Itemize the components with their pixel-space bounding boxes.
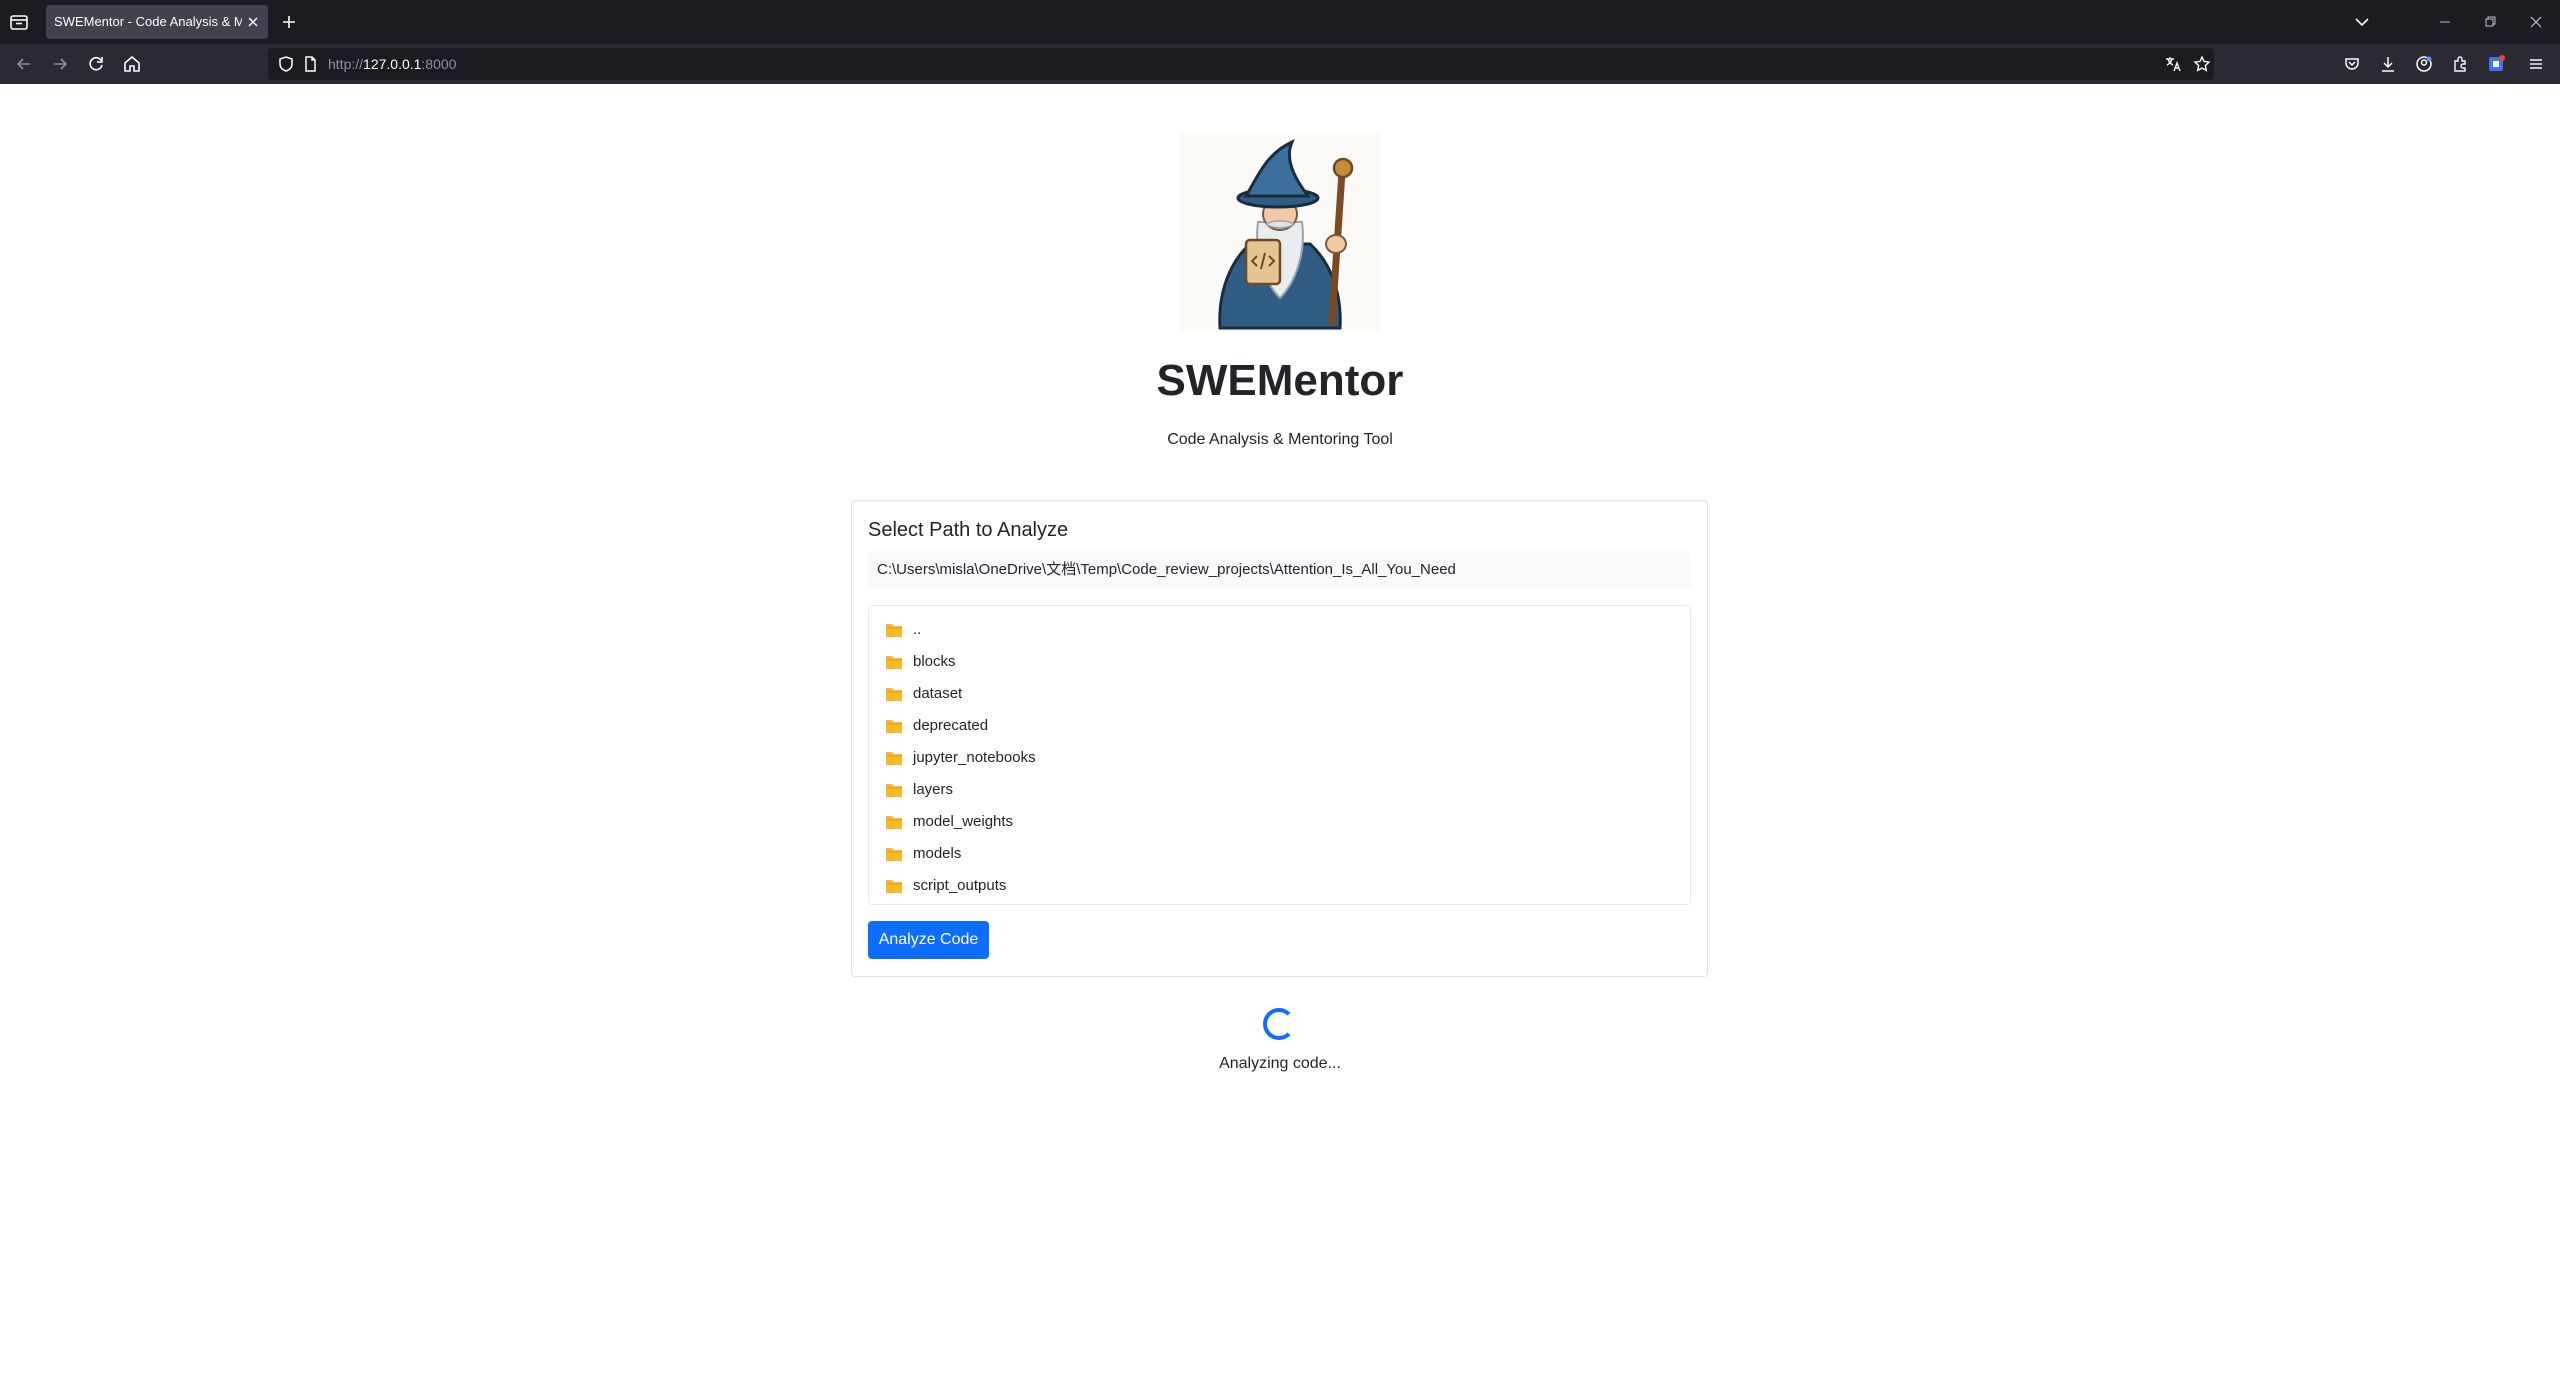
folder-icon: [885, 622, 903, 638]
folder-icon: [885, 846, 903, 862]
list-item[interactable]: dataset: [869, 678, 1690, 710]
list-item[interactable]: blocks: [869, 646, 1690, 678]
folder-icon: [885, 750, 903, 766]
folder-icon: [885, 686, 903, 702]
folder-name: ..: [913, 621, 922, 638]
url-host: 127.0.0.1: [363, 56, 422, 72]
reload-icon[interactable]: [84, 52, 108, 76]
close-window-icon[interactable]: [2524, 10, 2548, 34]
list-all-tabs-icon[interactable]: [2350, 10, 2374, 34]
browser-toolbar: http://127.0.0.1:8000: [0, 44, 2560, 84]
bookmark-star-icon[interactable]: [2190, 52, 2214, 76]
folder-name: script_outputs: [913, 877, 1007, 894]
forward-icon[interactable]: [48, 52, 72, 76]
folder-name: jupyter_notebooks: [913, 749, 1036, 766]
folder-icon: [885, 878, 903, 894]
folder-list: .. blocks dataset deprecated jupyter_not…: [868, 605, 1691, 905]
path-selector-card: Select Path to Analyze C:\Users\misla\On…: [851, 500, 1708, 977]
list-item[interactable]: layers: [869, 774, 1690, 806]
url-port: :8000: [421, 56, 457, 72]
downloads-icon[interactable]: [2376, 52, 2400, 76]
back-icon[interactable]: [12, 52, 36, 76]
list-item[interactable]: model_weights: [869, 806, 1690, 838]
folder-icon: [885, 782, 903, 798]
new-tab-icon[interactable]: [278, 11, 300, 33]
loading-spinner: [1263, 1008, 1295, 1040]
address-bar[interactable]: http://127.0.0.1:8000: [268, 48, 2214, 80]
minimize-icon[interactable]: [2433, 10, 2457, 34]
list-item[interactable]: deprecated: [869, 710, 1690, 742]
folder-name: model_weights: [913, 813, 1014, 830]
restore-icon[interactable]: [2478, 10, 2502, 34]
folder-icon: [885, 814, 903, 830]
app-menu-icon[interactable]: [2524, 52, 2548, 76]
url-text: http://127.0.0.1:8000: [328, 56, 456, 72]
card-title: Select Path to Analyze: [868, 519, 1069, 541]
tracking-shield-icon[interactable]: [274, 52, 298, 76]
list-item[interactable]: jupyter_notebooks: [869, 742, 1690, 774]
list-item[interactable]: ..: [869, 614, 1690, 646]
folder-icon: [885, 654, 903, 670]
status-text: Analyzing code...: [1219, 1055, 1341, 1072]
folder-name: models: [913, 845, 962, 862]
extensions-icon[interactable]: [2448, 52, 2472, 76]
list-item[interactable]: script_outputs: [869, 870, 1690, 902]
tab-title: SWEMentor - Code Analysis & Mentoring To…: [54, 14, 242, 29]
app-subtitle: Code Analysis & Mentoring Tool: [1167, 431, 1393, 448]
folder-name: dataset: [913, 685, 963, 702]
translate-icon[interactable]: [2161, 52, 2185, 76]
folder-name: deprecated: [913, 717, 989, 734]
folder-name: layers: [913, 781, 954, 798]
folder-icon: [885, 718, 903, 734]
page-info-icon[interactable]: [298, 52, 322, 76]
pocket-icon[interactable]: [2340, 52, 2364, 76]
folder-name: blocks: [913, 653, 956, 670]
tab-close-icon[interactable]: [244, 13, 262, 31]
wizard-logo: [1180, 132, 1380, 332]
browser-tab-strip: SWEMentor - Code Analysis & Mentoring To…: [0, 0, 2560, 44]
analyze-code-button[interactable]: Analyze Code: [868, 921, 989, 959]
extension-badge-icon[interactable]: [2484, 52, 2508, 76]
url-scheme: http://: [328, 56, 364, 72]
app-title: SWEMentor: [1156, 356, 1404, 405]
home-icon[interactable]: [120, 52, 144, 76]
tab-list-icon[interactable]: [8, 11, 30, 33]
account-icon[interactable]: [2412, 52, 2436, 76]
list-item[interactable]: models: [869, 838, 1690, 870]
browser-tab-active[interactable]: SWEMentor - Code Analysis & Mentoring To…: [46, 5, 268, 39]
path-input[interactable]: C:\Users\misla\OneDrive\文档\Temp\Code_rev…: [868, 551, 1691, 589]
